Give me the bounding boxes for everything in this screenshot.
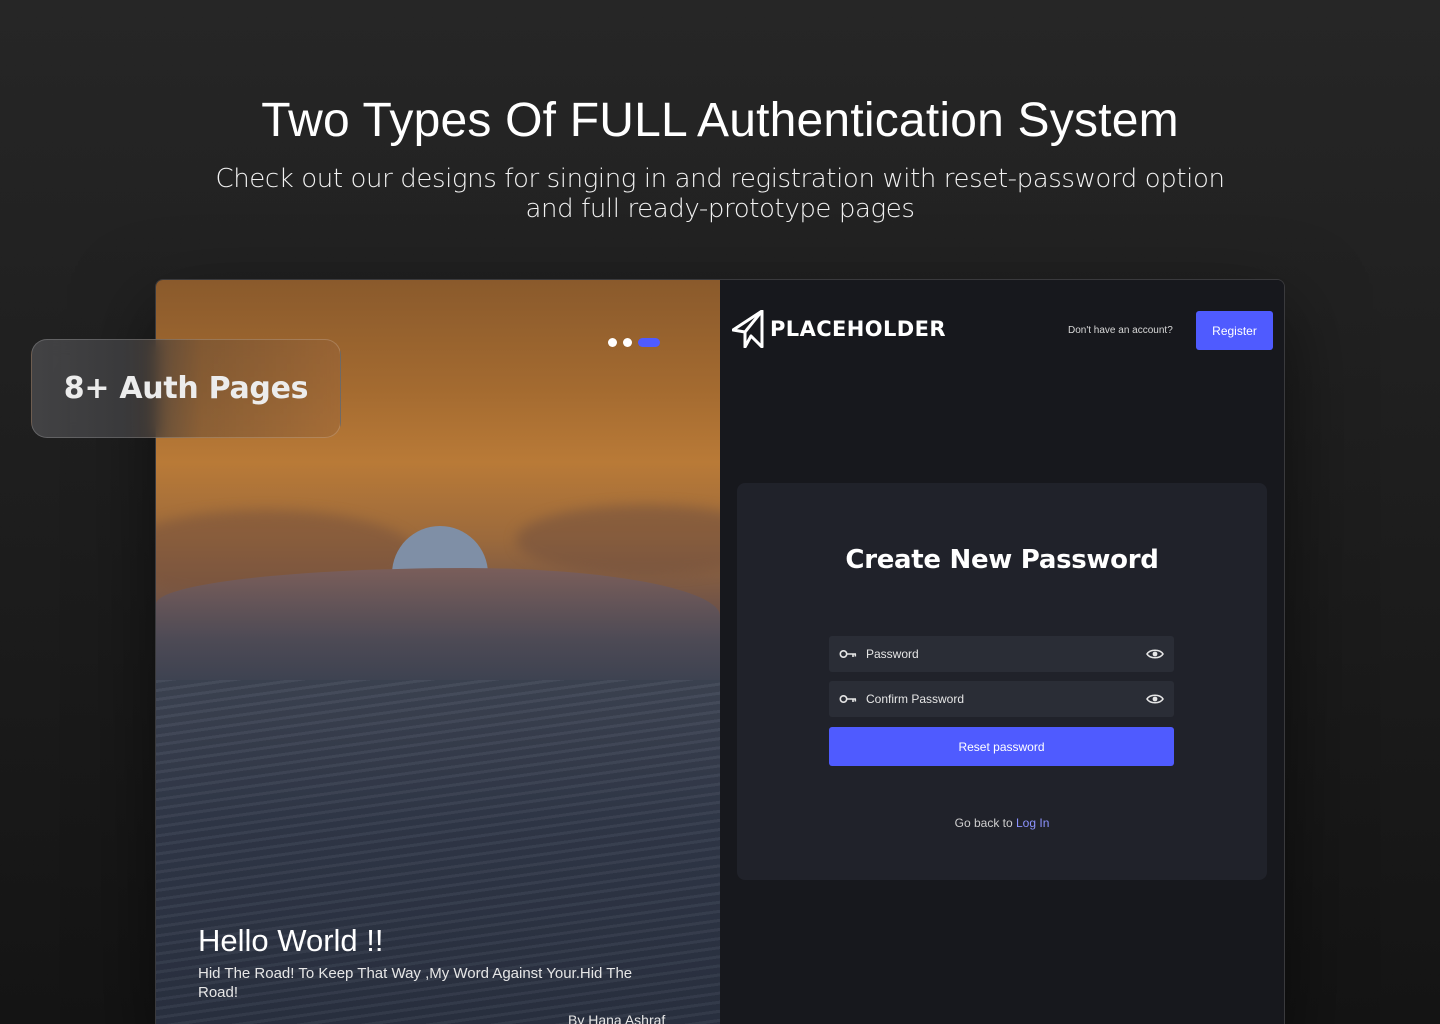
logo[interactable]: PLACEHOLDER	[732, 310, 946, 348]
no-account-text: Don't have an account?	[1068, 325, 1173, 336]
back-to-login: Go back to Log In	[737, 816, 1267, 830]
reset-password-card: Create New Password Reset password Go ba…	[737, 483, 1267, 880]
register-button[interactable]: Register	[1196, 311, 1273, 350]
confirm-password-field[interactable]	[829, 681, 1174, 717]
hero-cloud	[516, 505, 720, 575]
eye-icon[interactable]	[1146, 648, 1164, 660]
eye-icon[interactable]	[1146, 693, 1164, 705]
badge-label: 8+ Auth Pages	[63, 371, 309, 406]
page-title: Two Types Of FULL Authentication System	[261, 94, 1179, 147]
password-field[interactable]	[829, 636, 1174, 672]
reset-password-button[interactable]: Reset password	[829, 727, 1174, 766]
key-icon	[839, 694, 857, 704]
key-icon	[839, 649, 857, 659]
auth-pages-badge: 8+ Auth Pages	[31, 339, 341, 438]
hero-text: Hid The Road! To Keep That Way ,My Word …	[198, 965, 633, 1001]
hero-author: By Hana Ashraf	[568, 1012, 666, 1024]
login-link[interactable]: Log In	[1016, 816, 1049, 830]
carousel-dot-active[interactable]	[638, 338, 660, 347]
hero-clouds	[156, 568, 720, 688]
logo-text: PLACEHOLDER	[770, 317, 946, 341]
carousel-dot[interactable]	[608, 338, 617, 347]
back-text: Go back to	[954, 816, 1013, 830]
page-subtitle: Check out our designs for singing in and…	[215, 164, 1225, 224]
card-title: Create New Password	[845, 545, 1159, 575]
hero-title: Hello World !!	[198, 923, 384, 958]
carousel-dot[interactable]	[623, 338, 632, 347]
confirm-password-input[interactable]	[857, 681, 1146, 717]
password-input[interactable]	[857, 636, 1146, 672]
auth-panel: PLACEHOLDER Don't have an account? Regis…	[720, 280, 1284, 1024]
carousel-dots	[608, 338, 660, 347]
paper-plane-icon	[732, 310, 764, 348]
